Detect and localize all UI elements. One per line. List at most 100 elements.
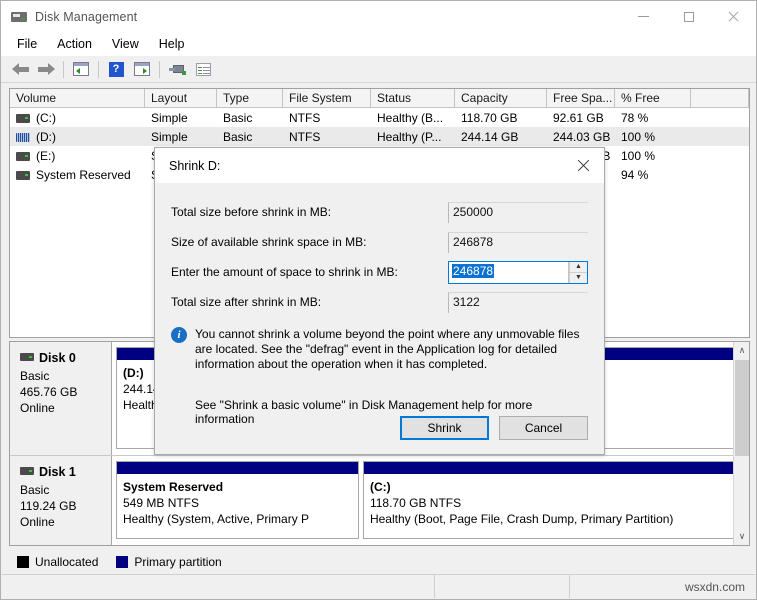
disk-size: 465.76 GB — [20, 385, 78, 399]
forward-arrow-icon[interactable] — [33, 58, 59, 81]
partition-health: Healthy (Boot, Page File, Crash Dump, Pr… — [369, 512, 674, 526]
toolbar: ? — [1, 56, 756, 83]
help-icon[interactable]: ? — [103, 58, 129, 81]
close-button[interactable] — [711, 1, 756, 32]
field-label: Total size before shrink in MB: — [171, 205, 332, 219]
legend-label: Unallocated — [35, 555, 99, 569]
capacity-cell: 244.14 GB — [461, 129, 519, 144]
show-hide-console-tree-icon[interactable] — [68, 58, 94, 81]
properties-list-icon[interactable] — [190, 58, 216, 81]
status-cell: Healthy (B... — [377, 110, 444, 125]
scroll-up-arrow-icon[interactable]: ∧ — [734, 342, 749, 359]
disk-drive-icon — [11, 9, 27, 25]
menu-help[interactable]: Help — [149, 34, 195, 54]
menubar: File Action View Help — [1, 32, 756, 56]
show-hide-action-pane-icon[interactable] — [129, 58, 155, 81]
field-label: Size of available shrink space in MB: — [171, 235, 367, 249]
stepper-buttons[interactable]: ▲ ▼ — [568, 261, 587, 283]
rescan-disks-icon[interactable] — [164, 58, 190, 81]
toolbar-separator — [159, 60, 160, 78]
menu-action[interactable]: Action — [47, 34, 102, 54]
disk-view-scrollbar[interactable]: ∧ ∨ — [733, 342, 749, 545]
window-controls — [621, 1, 756, 32]
free-space-cell: 92.61 GB — [553, 110, 604, 125]
shrink-amount-input[interactable]: 246878 — [449, 262, 568, 283]
percent-free-cell: 78 % — [621, 110, 649, 125]
back-arrow-icon[interactable] — [7, 58, 33, 81]
shrink-dialog[interactable]: Shrink D: Total size before shrink in MB… — [154, 147, 605, 455]
column-header-status[interactable]: Status — [371, 89, 455, 108]
partition-health: Healthy (System, Active, Primary P — [123, 512, 310, 526]
menu-file[interactable]: File — [7, 34, 47, 54]
column-header-file-system[interactable]: File System — [283, 89, 371, 108]
volume-cell: System Reserved — [10, 168, 145, 182]
volume-drive-icon — [16, 170, 30, 180]
dialog-close-icon[interactable] — [562, 148, 604, 183]
scroll-down-arrow-icon[interactable]: ∨ — [734, 528, 749, 545]
column-header-layout[interactable]: Layout — [145, 89, 217, 108]
column-header-percent-free[interactable]: % Free — [615, 89, 691, 108]
legend-label: Primary partition — [134, 555, 222, 569]
stepper-up-icon[interactable]: ▲ — [569, 261, 587, 273]
volume-cell: (C:) — [10, 111, 145, 125]
volume-cell: (D:) — [10, 130, 145, 144]
dialog-info-text: You cannot shrink a volume beyond the po… — [195, 327, 580, 371]
maximize-button[interactable] — [666, 1, 711, 32]
disk-management-window: Disk Management File Action View Help ? — [0, 0, 757, 600]
free-space-cell: 244.03 GB — [553, 129, 611, 144]
partition-color-bar — [117, 462, 358, 474]
menu-view[interactable]: View — [102, 34, 149, 54]
table-row[interactable]: (D:) Simple Basic NTFS Healthy (P... 244… — [10, 127, 749, 146]
volume-drive-icon — [16, 151, 30, 161]
partition-size-fs: 118.70 GB NTFS — [369, 496, 462, 510]
statusbar-cell-secondary — [435, 575, 570, 598]
column-header-filler[interactable] — [691, 89, 749, 108]
shrink-button[interactable]: Shrink — [400, 416, 489, 440]
disk-state: Online — [20, 515, 55, 529]
shrink-amount-stepper[interactable]: 246878 ▲ ▼ — [448, 260, 588, 284]
disk-block-1[interactable]: Disk 1 Basic 119.24 GB Online System Res… — [10, 456, 749, 545]
partition-block[interactable]: System Reserved 549 MB NTFS Healthy (Sys… — [116, 461, 359, 539]
field-value: 3122 — [448, 291, 588, 313]
stepper-down-icon[interactable]: ▼ — [569, 272, 587, 283]
disk-size: 119.24 GB — [20, 499, 77, 513]
dialog-buttons: Shrink Cancel — [400, 416, 588, 440]
watermark: wsxdn.com — [684, 579, 745, 594]
legend-item-unallocated: Unallocated — [17, 555, 98, 569]
dialog-body: Total size before shrink in MB: 250000 S… — [155, 183, 604, 317]
disk-info-1: Disk 1 Basic 119.24 GB Online — [10, 456, 112, 545]
selected-text: 246878 — [452, 263, 495, 278]
table-row[interactable]: (C:) Simple Basic NTFS Healthy (B... 118… — [10, 108, 749, 127]
statusbar: wsxdn.com — [2, 574, 755, 598]
field-total-size-after-shrink: Total size after shrink in MB: 3122 — [171, 287, 588, 317]
disk-partitions-1: System Reserved 549 MB NTFS Healthy (Sys… — [112, 456, 749, 545]
partition-color-bar — [363, 462, 742, 474]
disk-name: Disk 1 — [20, 464, 111, 480]
field-label: Enter the amount of space to shrink in M… — [171, 265, 398, 279]
percent-free-cell: 100 % — [621, 148, 656, 163]
field-available-shrink-space: Size of available shrink space in MB: 24… — [171, 227, 588, 257]
volume-label: System Reserved — [36, 167, 131, 182]
disk-type: Basic — [20, 369, 50, 383]
cancel-button[interactable]: Cancel — [499, 416, 588, 440]
column-header-free-space[interactable]: Free Spa... — [547, 89, 615, 108]
partition-title: (C:) — [369, 480, 391, 494]
column-header-capacity[interactable]: Capacity — [455, 89, 547, 108]
scrollbar-thumb[interactable] — [735, 360, 749, 456]
type-cell: Basic — [223, 129, 253, 144]
info-icon: i — [171, 327, 187, 343]
file-system-cell: NTFS — [289, 110, 321, 125]
partition-block[interactable]: (C:) 118.70 GB NTFS Healthy (Boot, Page … — [362, 461, 743, 539]
partition-title: System Reserved — [123, 480, 224, 494]
percent-free-cell: 94 % — [621, 167, 649, 182]
disk-state: Online — [20, 401, 55, 415]
column-header-volume[interactable]: Volume — [10, 89, 145, 108]
minimize-button[interactable] — [621, 1, 666, 32]
field-amount-to-shrink[interactable]: Enter the amount of space to shrink in M… — [171, 257, 588, 287]
column-header-type[interactable]: Type — [217, 89, 283, 108]
type-cell: Basic — [223, 110, 253, 125]
field-value: 250000 — [448, 201, 588, 223]
toolbar-separator — [98, 60, 99, 78]
dialog-title: Shrink D: — [169, 158, 221, 173]
disk-icon — [20, 467, 34, 475]
